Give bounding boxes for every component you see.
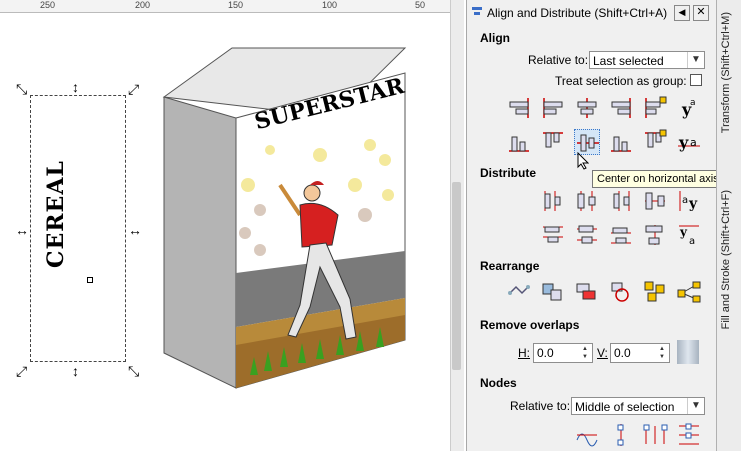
- align-right-edges-button[interactable]: [608, 95, 634, 121]
- chevron-down-icon: ▼: [687, 398, 704, 414]
- vertical-gap-label: V:: [597, 346, 608, 360]
- decrement-icon[interactable]: ▼: [579, 353, 591, 361]
- resize-handle-sw[interactable]: ⤢: [16, 364, 27, 378]
- align-relative-value: Last selected: [593, 54, 664, 68]
- distribute-left-edges-button[interactable]: [540, 188, 566, 214]
- align-left-to-right-edge-button[interactable]: [642, 95, 668, 121]
- resize-handle-nw[interactable]: ⤡: [16, 82, 27, 96]
- resize-handle-se[interactable]: ⤡: [128, 364, 139, 378]
- distribute-gaps-horizontal-button[interactable]: [642, 188, 668, 214]
- align-baseline-horizontal-button[interactable]: ya: [676, 129, 702, 155]
- resize-handle-e[interactable]: ↔: [128, 223, 142, 237]
- increment-icon[interactable]: ▲: [579, 345, 591, 353]
- fill-stroke-tab[interactable]: Fill and Stroke (Shift+Ctrl+F): [720, 190, 732, 329]
- distribute-nodes-vertical-button[interactable]: [676, 422, 702, 448]
- align-baseline-anchors-button[interactable]: ya: [676, 95, 702, 121]
- scrollbar-thumb[interactable]: [452, 182, 461, 370]
- exchange-positions-clockwise-button[interactable]: [608, 279, 634, 305]
- align-relative-label: Relative to:: [528, 53, 589, 67]
- resize-handle-w[interactable]: ↔: [15, 223, 29, 237]
- nodes-relative-value: Middle of selection: [575, 400, 675, 414]
- randomize-centers-button[interactable]: [642, 279, 668, 305]
- distribute-centers-vertical-button[interactable]: [574, 222, 600, 248]
- horizontal-gap-value: 0.0: [537, 346, 554, 360]
- svg-text:a: a: [682, 195, 688, 206]
- rearrange-heading: Rearrange: [480, 259, 540, 273]
- distribute-bottom-edges-button[interactable]: [608, 222, 634, 248]
- mouse-pointer-icon: [577, 151, 590, 173]
- dock-tabs: Transform (Shift+Ctrl+M) Fill and Stroke…: [716, 0, 741, 451]
- horizontal-gap-field[interactable]: 0.0 ▲ ▼: [533, 343, 593, 363]
- horizontal-ruler: 250 200 150 100 50: [0, 0, 450, 13]
- resize-handle-s[interactable]: ↕: [72, 364, 79, 378]
- cereal-label: CEREAL: [43, 160, 69, 268]
- exchange-positions-stacking-order-button[interactable]: [574, 279, 600, 305]
- nodes-heading: Nodes: [480, 376, 517, 390]
- svg-text:a: a: [689, 236, 695, 247]
- vertical-gap-field[interactable]: 0.0 ▲ ▼: [610, 343, 670, 363]
- distribute-centers-horizontal-button[interactable]: [574, 188, 600, 214]
- chevron-down-icon: ▼: [687, 52, 704, 68]
- center-on-vertical-axis-button[interactable]: [574, 95, 600, 121]
- treat-as-group-label: Treat selection as group:: [555, 74, 687, 88]
- align-left-edges-button[interactable]: [540, 95, 566, 121]
- horizontal-gap-label: H:: [518, 346, 530, 360]
- distribute-gaps-vertical-button[interactable]: [642, 222, 668, 248]
- ruler-tick: 50: [415, 0, 426, 10]
- decrement-icon[interactable]: ▼: [656, 353, 668, 361]
- remove-overlaps-button[interactable]: [677, 340, 699, 364]
- nodes-relative-label: Relative to:: [510, 399, 571, 413]
- svg-text:a: a: [690, 98, 696, 108]
- align-dialog-icon: [471, 6, 483, 18]
- resize-handle-ne[interactable]: ⤢: [128, 82, 139, 96]
- increment-icon[interactable]: ▲: [656, 345, 668, 353]
- selected-cereal-side-panel[interactable]: CEREAL: [30, 95, 126, 362]
- distribute-top-edges-button[interactable]: [540, 222, 566, 248]
- panel-header: Align and Distribute (Shift+Ctrl+A) ◀ ✕: [467, 2, 715, 24]
- tooltip: Center on horizontal axis: [592, 170, 729, 188]
- ruler-tick: 200: [135, 0, 151, 10]
- treat-as-group-checkbox[interactable]: [690, 74, 702, 86]
- drawing-canvas[interactable]: 250 200 150 100 50 CEREAL ⤡ ↕ ⤢ ↔ ↔ ⤢ ↕ …: [0, 0, 450, 451]
- distribute-right-edges-button[interactable]: [608, 188, 634, 214]
- align-top-to-bottom-edge-button[interactable]: [642, 129, 668, 155]
- unclump-button[interactable]: [506, 279, 532, 305]
- align-nodes-horizontal-button[interactable]: [574, 422, 600, 448]
- close-panel-icon[interactable]: ✕: [693, 5, 709, 21]
- ruler-tick: 150: [228, 0, 244, 10]
- align-bottom-edges-button[interactable]: [608, 129, 634, 155]
- ruler-tick: 250: [40, 0, 56, 10]
- svg-text:a: a: [690, 136, 697, 149]
- vertical-gap-value: 0.0: [614, 346, 631, 360]
- nodes-relative-dropdown[interactable]: Middle of selection ▼: [571, 397, 705, 415]
- svg-text:y: y: [678, 133, 689, 152]
- align-bottom-to-top-edge-button[interactable]: [506, 129, 532, 155]
- distribute-baselines-horizontal-button[interactable]: ay: [676, 188, 702, 214]
- svg-text:y: y: [688, 196, 698, 212]
- distribute-heading: Distribute: [480, 166, 537, 180]
- align-relative-dropdown[interactable]: Last selected ▼: [589, 51, 705, 69]
- panel-title: Align and Distribute (Shift+Ctrl+A): [487, 6, 668, 20]
- arrange-connector-network-button[interactable]: [676, 279, 702, 305]
- rotation-center-handle[interactable]: [87, 277, 93, 283]
- distribute-baselines-vertical-button[interactable]: ya: [676, 222, 702, 248]
- align-top-edges-button[interactable]: [540, 129, 566, 155]
- align-heading: Align: [480, 31, 510, 45]
- align-right-to-left-edge-button[interactable]: [506, 95, 532, 121]
- align-nodes-vertical-button[interactable]: [608, 422, 634, 448]
- distribute-nodes-horizontal-button[interactable]: [642, 422, 668, 448]
- remove-overlaps-heading: Remove overlaps: [480, 318, 580, 332]
- exchange-positions-selection-order-button[interactable]: [540, 279, 566, 305]
- svg-text:y: y: [679, 225, 688, 239]
- transform-tab[interactable]: Transform (Shift+Ctrl+M): [720, 12, 732, 133]
- resize-handle-n[interactable]: ↕: [72, 80, 79, 94]
- ruler-tick: 100: [322, 0, 338, 10]
- collapse-panel-icon[interactable]: ◀: [674, 5, 690, 21]
